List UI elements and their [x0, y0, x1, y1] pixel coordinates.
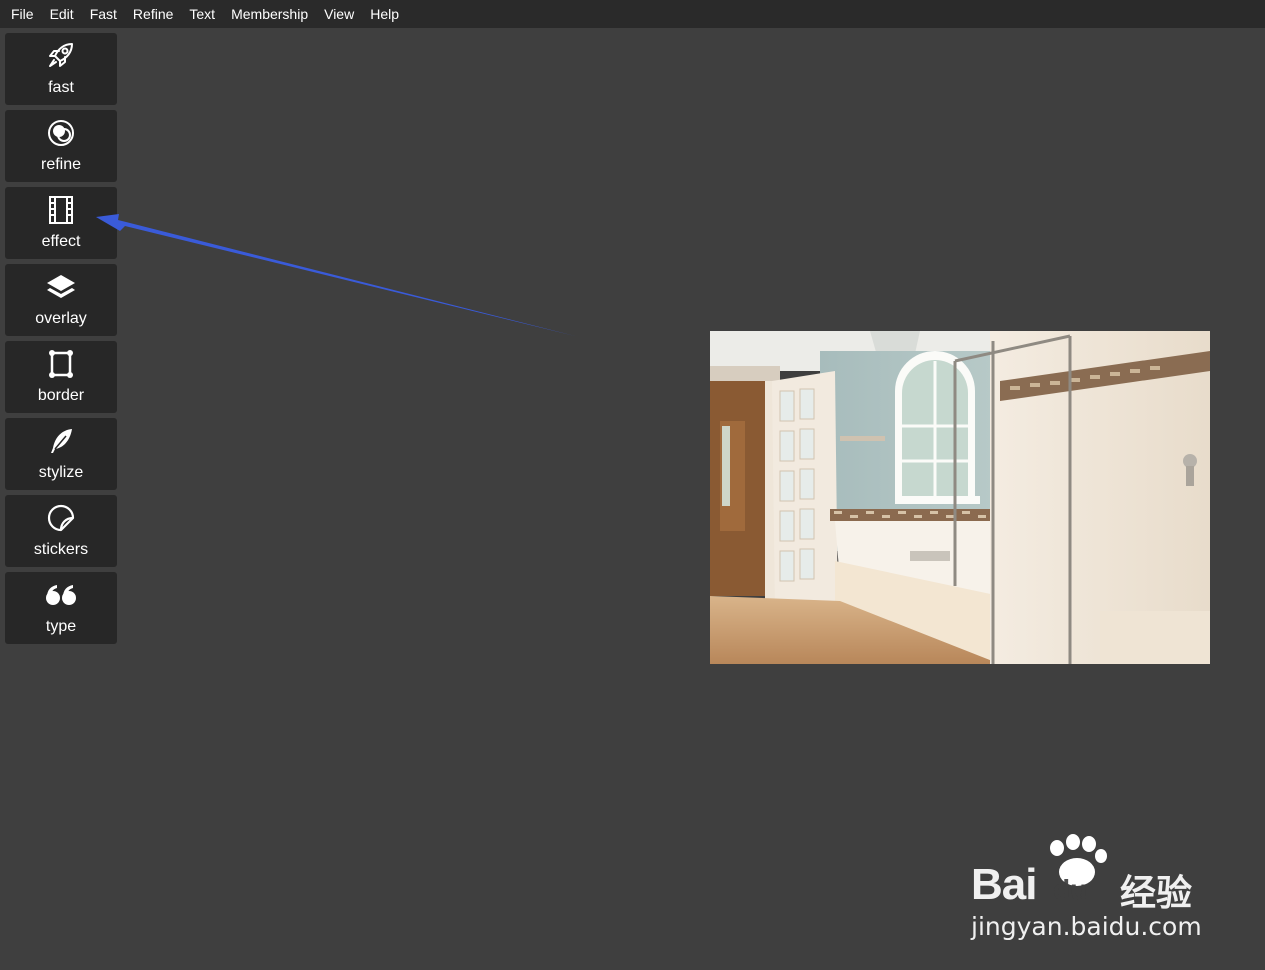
menu-file[interactable]: File	[0, 0, 42, 28]
watermark-brand-cn: 经验	[1120, 873, 1193, 914]
menu-text[interactable]: Text	[181, 0, 223, 28]
tool-border-button[interactable]: border	[5, 341, 117, 413]
layers-icon	[5, 271, 117, 303]
tool-effect-label: effect	[41, 233, 81, 250]
app-window: File Edit Fast Refine Text Membership Vi…	[0, 0, 1265, 970]
tool-refine-label: refine	[40, 156, 82, 173]
tool-effect-button[interactable]: effect	[5, 187, 117, 259]
baidu-watermark: Bai du 经验 jingyan.baidu.com	[965, 832, 1215, 947]
menu-fast[interactable]: Fast	[82, 0, 125, 28]
tool-fast-button[interactable]: fast	[5, 33, 117, 105]
rocket-icon	[5, 40, 117, 72]
tool-type-button[interactable]: type	[5, 572, 117, 644]
bathroom-photo[interactable]	[710, 331, 1210, 664]
tool-type-label: type	[45, 618, 77, 635]
tool-stickers-button[interactable]: stickers	[5, 495, 117, 567]
menu-edit[interactable]: Edit	[42, 0, 82, 28]
tool-border-label: border	[37, 387, 85, 404]
tool-stylize-label: stylize	[38, 464, 84, 481]
frame-border-icon	[5, 348, 117, 380]
tool-sidebar: fast refine effect overlay border styliz…	[5, 33, 117, 649]
watermark-url: jingyan.baidu.com	[971, 912, 1202, 941]
tool-fast-label: fast	[48, 79, 74, 96]
feather-icon	[5, 425, 117, 457]
tool-stickers-label: stickers	[33, 541, 89, 558]
refine-circles-icon	[5, 117, 117, 149]
menu-membership[interactable]: Membership	[223, 0, 316, 28]
menu-help[interactable]: Help	[362, 0, 407, 28]
menu-view[interactable]: View	[316, 0, 362, 28]
tool-overlay-button[interactable]: overlay	[5, 264, 117, 336]
watermark-brand-du: du	[1053, 874, 1088, 905]
tool-overlay-label: overlay	[35, 310, 87, 327]
menu-refine[interactable]: Refine	[125, 0, 181, 28]
sticker-icon	[5, 502, 117, 534]
quote-icon	[5, 579, 117, 611]
menu-bar: File Edit Fast Refine Text Membership Vi…	[0, 0, 1265, 28]
tool-refine-button[interactable]: refine	[5, 110, 117, 182]
film-strip-icon	[5, 194, 117, 226]
tool-stylize-button[interactable]: stylize	[5, 418, 117, 490]
watermark-brand-bai: Bai	[971, 860, 1037, 909]
